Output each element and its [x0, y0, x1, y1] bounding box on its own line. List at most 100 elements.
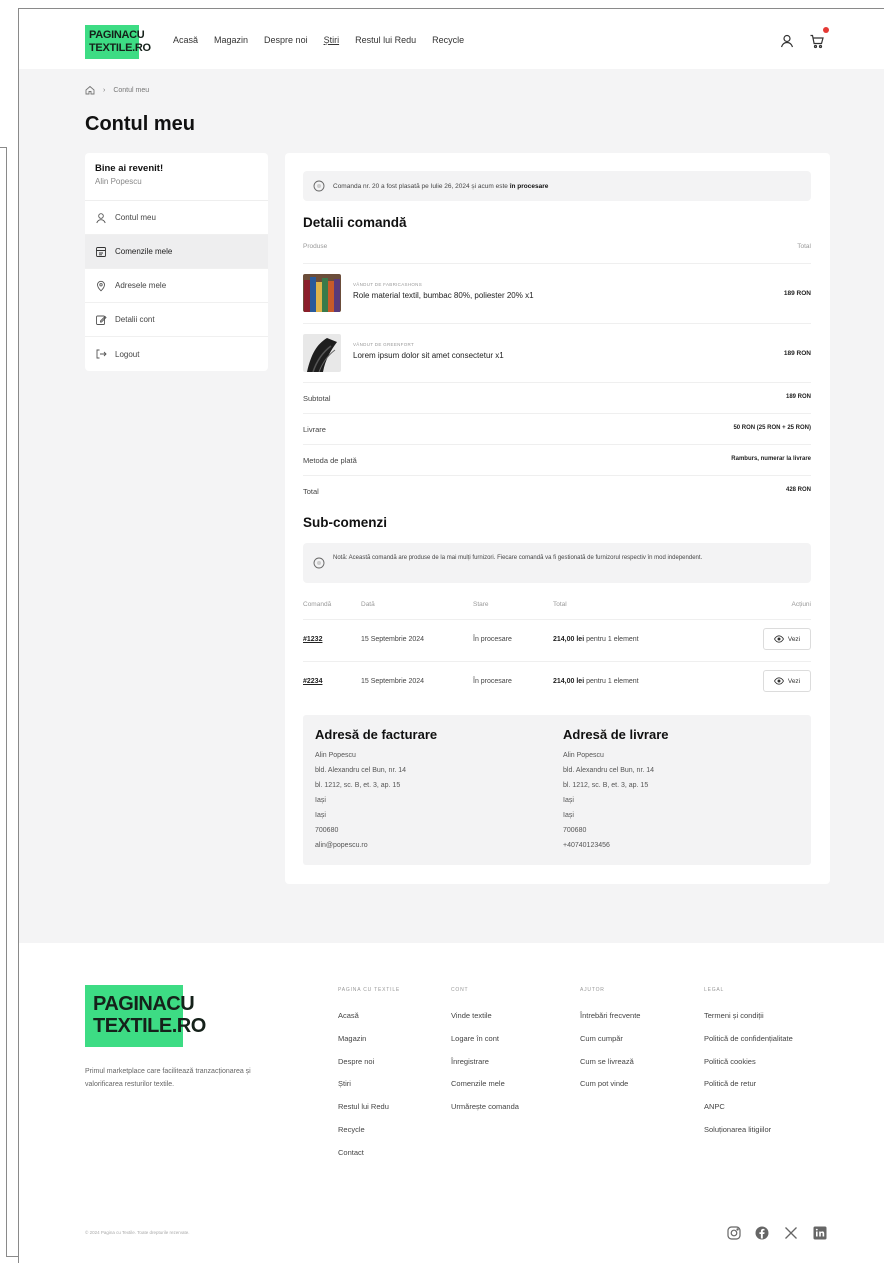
billing-address: Adresă de facturare Alin Popescu bld. Al…: [315, 727, 555, 853]
sidebar-greeting: Bine ai revenit! Alin Popescu: [85, 153, 268, 201]
subcomanda-id-link[interactable]: #2234: [303, 678, 322, 685]
subcomanda-row: #2234 15 Septembrie 2024 În procesare 21…: [303, 661, 811, 702]
footer-link[interactable]: Magazin: [338, 1028, 400, 1051]
summary-label: Metoda de plată: [303, 456, 357, 465]
footer-link[interactable]: Contact: [338, 1142, 400, 1165]
footer-link[interactable]: Recycle: [338, 1119, 400, 1142]
footer-link[interactable]: Termeni și condiții: [704, 1005, 793, 1028]
eye-icon: [773, 635, 784, 643]
product-price: 189 RON: [783, 350, 811, 357]
nav-item-restul-lui-redu[interactable]: Restul lui Redu: [355, 35, 416, 45]
summary-label: Total: [303, 487, 319, 496]
col-products-label: Produse: [303, 243, 328, 250]
sidebar-item-comenzile-mele[interactable]: Comenzile mele: [85, 235, 268, 269]
info-icon: [313, 557, 325, 569]
footer-link[interactable]: Cum pot vinde: [580, 1073, 640, 1096]
page-title: Contul meu: [85, 113, 195, 135]
view-subcomanda-button[interactable]: Vezi: [763, 628, 811, 650]
subcomanda-date: 15 Septembrie 2024: [361, 678, 425, 685]
sub-col-actiuni: Acțiuni: [791, 601, 811, 608]
summary-label: Livrare: [303, 425, 326, 434]
info-icon: [313, 180, 325, 192]
nav-item-acasa[interactable]: Acasă: [173, 35, 198, 45]
user-name: Alin Popescu: [95, 177, 142, 186]
billing-address-title: Adresă de facturare: [315, 727, 438, 742]
sidebar-item-contul-meu[interactable]: Contul meu: [85, 201, 268, 235]
footer-link[interactable]: Vinde textile: [451, 1005, 519, 1028]
sub-col-comanda: Comandă: [303, 601, 332, 608]
footer-link[interactable]: Politică de retur: [704, 1073, 793, 1096]
footer-col-cont: CONT Vinde textile Logare în cont Înregi…: [451, 987, 519, 1119]
order-status-notice: Comanda nr. 20 a fost plasată pe Iulie 2…: [303, 171, 811, 201]
footer-link[interactable]: Cum cumpăr: [580, 1028, 640, 1051]
site-footer: PAGINACU TEXTILE.RO Primul marketplace c…: [19, 943, 884, 1263]
linkedin-icon[interactable]: [812, 1225, 828, 1241]
footer-col-ajutor: AJUTOR Întrebări frecvente Cum cumpăr Cu…: [580, 987, 640, 1096]
sidebar-item-detalii-cont[interactable]: Detalii cont: [85, 303, 268, 337]
view-subcomanda-button[interactable]: Vezi: [763, 670, 811, 692]
sub-col-data: Dată: [361, 601, 375, 608]
footer-link[interactable]: ANPC: [704, 1096, 793, 1119]
main-nav: Acasă Magazin Despre noi Știri Restul lu…: [173, 35, 464, 45]
sidebar-item-logout[interactable]: Logout: [85, 337, 268, 371]
product-image: [303, 274, 341, 312]
sidebar-item-adresele-mele[interactable]: Adresele mele: [85, 269, 268, 303]
summary-label: Subtotal: [303, 394, 331, 403]
footer-link[interactable]: Logare în cont: [451, 1028, 519, 1051]
footer-link[interactable]: Comenzile mele: [451, 1073, 519, 1096]
sidebar-item-label: Comenzile mele: [115, 247, 173, 256]
nav-item-magazin[interactable]: Magazin: [214, 35, 248, 45]
nav-item-stiri[interactable]: Știri: [324, 35, 340, 45]
copyright: © 2024 Pagina cu Textile. Toate drepturi…: [85, 1230, 190, 1235]
instagram-icon[interactable]: [726, 1225, 742, 1241]
x-icon[interactable]: [783, 1225, 799, 1241]
footer-col-pagina: PAGINA CU TEXTILE Acasă Magazin Despre n…: [338, 987, 400, 1165]
product-image: [303, 334, 341, 372]
summary-row-payment: Metoda de plată Ramburs, numerar la livr…: [303, 444, 811, 475]
subcomanda-id-link[interactable]: #1232: [303, 636, 322, 643]
shipping-address: Adresă de livrare Alin Popescu bld. Alex…: [563, 727, 803, 853]
orders-icon: [96, 246, 106, 257]
footer-link[interactable]: Despre noi: [338, 1051, 400, 1074]
sidebar-item-label: Contul meu: [115, 213, 156, 222]
cart-icon[interactable]: [809, 33, 825, 49]
footer-link[interactable]: Politică de confidențialitate: [704, 1028, 793, 1051]
multi-vendor-notice: Notă: Această comandă are produse de la …: [303, 543, 811, 583]
product-name[interactable]: Role material textil, bumbac 80%, polies…: [353, 291, 534, 300]
account-sidebar: Bine ai revenit! Alin Popescu Contul meu…: [85, 153, 268, 371]
multi-vendor-notice-text: Notă: Această comandă are produse de la …: [333, 555, 703, 561]
facebook-icon[interactable]: [754, 1225, 770, 1241]
home-icon[interactable]: [85, 85, 95, 95]
footer-description: Primul marketplace care facilitează tran…: [85, 1068, 251, 1088]
shipping-address-title: Adresă de livrare: [563, 727, 669, 742]
user-icon[interactable]: [779, 33, 795, 49]
breadcrumb-separator: ›: [103, 86, 106, 94]
footer-logo[interactable]: PAGINACU TEXTILE.RO: [85, 985, 206, 1047]
summary-value: 428 RON: [785, 487, 811, 493]
product-name[interactable]: Lorem ipsum dolor sit amet consectetur x…: [353, 351, 504, 360]
footer-link[interactable]: Cum se livrează: [580, 1051, 640, 1074]
location-icon: [97, 280, 105, 291]
sidebar-item-label: Adresele mele: [115, 281, 167, 290]
footer-link[interactable]: Acasă: [338, 1005, 400, 1028]
nav-item-despre-noi[interactable]: Despre noi: [264, 35, 308, 45]
logout-icon: [96, 349, 107, 359]
subcomanda-total: 214,00 lei pentru 1 element: [553, 636, 639, 643]
footer-link[interactable]: Soluționarea litigiilor: [704, 1119, 793, 1142]
subcomanda-status: În procesare: [473, 678, 512, 685]
footer-link[interactable]: Înregistrare: [451, 1051, 519, 1074]
footer-link[interactable]: Urmărește comanda: [451, 1096, 519, 1119]
footer-link[interactable]: Știri: [338, 1073, 400, 1096]
order-details-title: Detalii comandă: [303, 215, 407, 230]
product-seller: VÂNDUT DE FABRICASHONS: [353, 282, 423, 287]
footer-link[interactable]: Restul lui Redu: [338, 1096, 400, 1119]
nav-item-recycle[interactable]: Recycle: [432, 35, 464, 45]
col-total-label: Total: [797, 243, 811, 250]
footer-link[interactable]: Întrebări frecvente: [580, 1005, 640, 1028]
summary-row-livrare: Livrare 50 RON (25 RON + 25 RON): [303, 413, 811, 444]
site-logo[interactable]: PAGINACU TEXTILE.RO: [85, 25, 151, 59]
product-price: 189 RON: [783, 290, 811, 297]
subcomanda-date: 15 Septembrie 2024: [361, 636, 425, 643]
breadcrumb: › Contul meu: [85, 85, 149, 95]
footer-link[interactable]: Politică cookies: [704, 1051, 793, 1074]
